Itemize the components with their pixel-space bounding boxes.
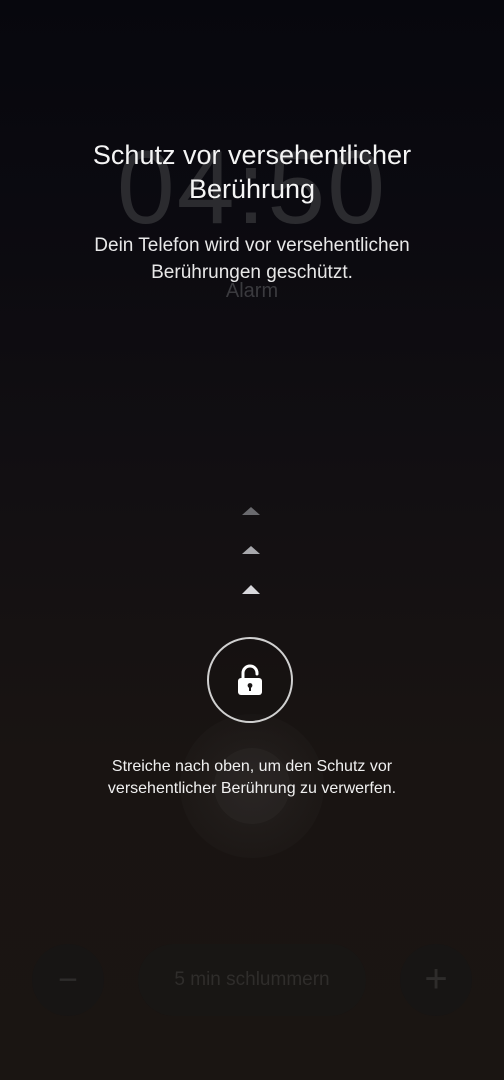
overlay-description: Dein Telefon wird vor versehentlichen Be…	[94, 235, 410, 283]
chevron-up-icon	[242, 546, 260, 554]
swipe-hint: Streiche nach oben, um den Schutz vor ve…	[107, 758, 397, 797]
overlay-title: Schutz vor versehentlicher Berührung	[92, 140, 412, 204]
chevron-up-icon	[242, 585, 260, 594]
unlock-icon	[238, 664, 262, 695]
touch-protection-overlay[interactable]: Schutz vor versehentlicher Berührung Dei…	[0, 0, 504, 1080]
chevron-up-icon	[242, 507, 260, 515]
unlock-swipe-handle[interactable]	[207, 637, 293, 723]
